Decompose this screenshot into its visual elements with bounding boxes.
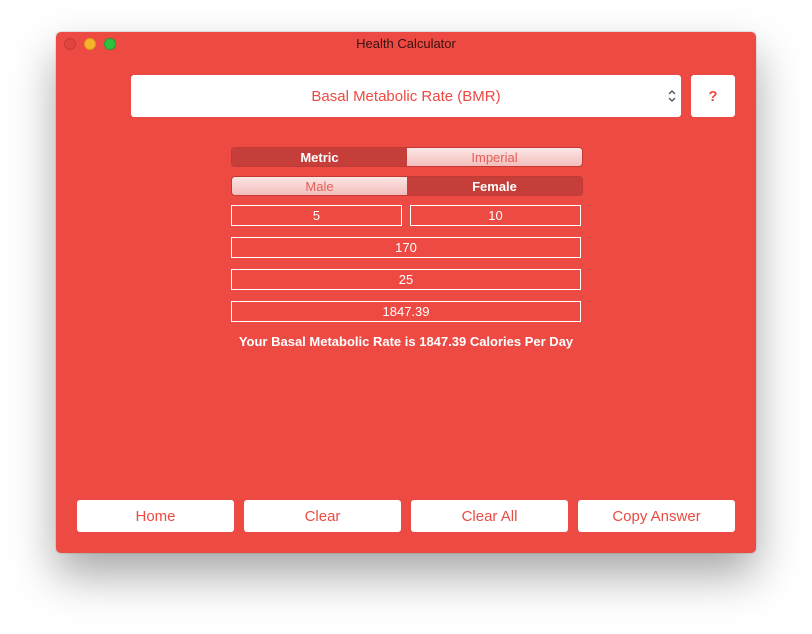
female-option[interactable]: Female bbox=[407, 177, 582, 195]
gender-toggle: Male Female bbox=[231, 176, 583, 196]
imperial-option[interactable]: Imperial bbox=[407, 148, 582, 166]
result-message: Your Basal Metabolic Rate is 1847.39 Cal… bbox=[238, 334, 574, 349]
weight-input[interactable]: 170 bbox=[231, 237, 581, 258]
calculator-type-select[interactable]: Basal Metabolic Rate (BMR) bbox=[131, 75, 681, 117]
help-button[interactable]: ? bbox=[691, 75, 735, 117]
height-inches-input[interactable]: 10 bbox=[410, 205, 581, 226]
age-input[interactable]: 25 bbox=[231, 269, 581, 290]
metric-option[interactable]: Metric bbox=[232, 148, 407, 166]
calculator-type-label: Basal Metabolic Rate (BMR) bbox=[311, 87, 501, 105]
male-option[interactable]: Male bbox=[232, 177, 407, 195]
height-feet-input[interactable]: 5 bbox=[231, 205, 402, 226]
clear-all-button[interactable]: Clear All bbox=[411, 500, 568, 532]
title-bar: Health Calculator bbox=[56, 32, 756, 54]
clear-button[interactable]: Clear bbox=[244, 500, 401, 532]
home-button[interactable]: Home bbox=[77, 500, 234, 532]
up-down-chevron-icon bbox=[668, 90, 676, 102]
result-field[interactable]: 1847.39 bbox=[231, 301, 581, 322]
app-window: Health Calculator Basal Metabolic Rate (… bbox=[56, 32, 756, 553]
window-title: Health Calculator bbox=[356, 36, 456, 51]
copy-answer-button[interactable]: Copy Answer bbox=[578, 500, 735, 532]
unit-toggle: Metric Imperial bbox=[231, 147, 583, 167]
